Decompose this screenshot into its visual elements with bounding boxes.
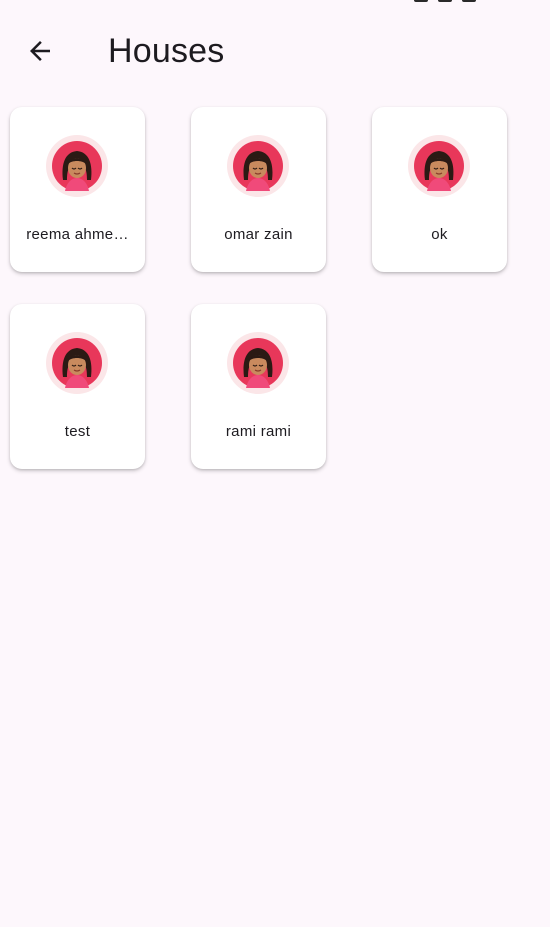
girl-avatar-icon	[233, 338, 283, 388]
status-bar	[0, 0, 550, 6]
girl-avatar-icon	[52, 141, 102, 191]
house-name: omar zain	[224, 226, 293, 243]
page-title: Houses	[108, 32, 225, 70]
wifi-icon	[438, 0, 452, 2]
house-name: reema ahme…	[26, 226, 129, 243]
house-name: test	[64, 423, 91, 440]
house-name: ok	[431, 226, 448, 243]
signal-icon	[414, 0, 428, 2]
house-card[interactable]: reema ahme…	[10, 107, 145, 272]
girl-avatar-icon	[233, 141, 283, 191]
arrow-back-icon	[30, 41, 50, 61]
avatar	[46, 332, 108, 394]
back-button[interactable]	[16, 27, 64, 75]
battery-icon	[462, 0, 476, 2]
house-card[interactable]: test	[10, 304, 145, 469]
status-icons	[414, 0, 476, 2]
app-bar: Houses	[0, 18, 550, 84]
avatar	[408, 135, 470, 197]
house-card[interactable]: rami rami	[191, 304, 326, 469]
house-card[interactable]: omar zain	[191, 107, 326, 272]
girl-avatar-icon	[52, 338, 102, 388]
house-card[interactable]: ok	[372, 107, 507, 272]
girl-avatar-icon	[414, 141, 464, 191]
avatar	[227, 332, 289, 394]
house-name: rami rami	[225, 423, 292, 440]
avatar	[227, 135, 289, 197]
avatar	[46, 135, 108, 197]
